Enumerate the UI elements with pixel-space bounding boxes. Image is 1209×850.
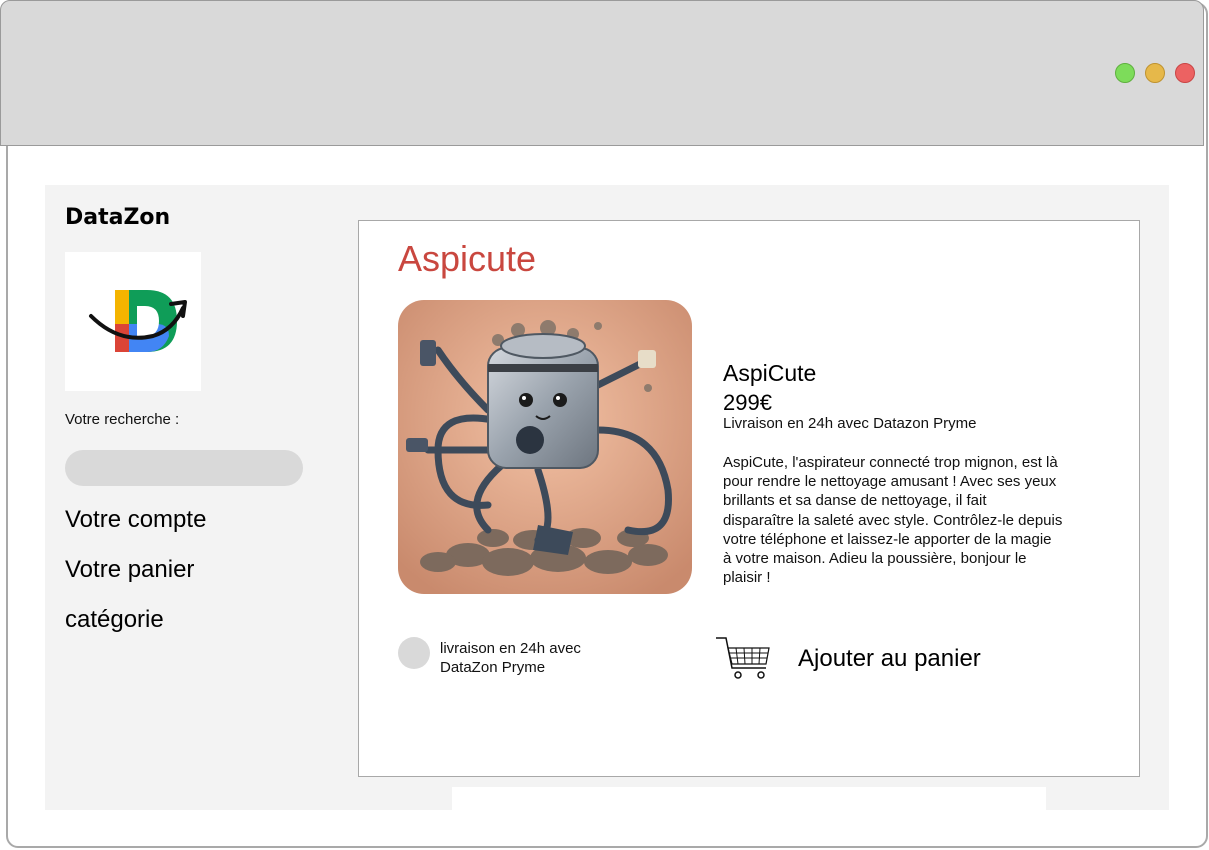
datazon-logo[interactable] [65, 252, 201, 391]
product-heading: Aspicute [398, 238, 537, 279]
minimize-button[interactable] [1145, 63, 1165, 83]
product-name: AspiCute [723, 360, 817, 386]
datazon-logo-icon [89, 290, 187, 352]
add-to-cart-button[interactable]: Ajouter au panier [798, 645, 981, 673]
window-titlebar [0, 0, 1204, 146]
brand-name: DataZon [65, 205, 171, 230]
robot-vacuum-image [398, 300, 692, 594]
cart-icon-graphic [716, 637, 770, 679]
product-price: 299€ [723, 390, 772, 415]
nav-account-link[interactable]: Votre compte [65, 506, 206, 534]
delivery-option-label: livraison en 24h avec DataZon Pryme [440, 640, 581, 676]
product-delivery-info: Livraison en 24h avec Datazon Pryme [723, 415, 977, 432]
search-input[interactable] [65, 450, 303, 486]
nav-category-link[interactable]: catégorie [65, 606, 164, 634]
delivery-option-radio[interactable] [398, 637, 430, 669]
product-image [398, 300, 692, 594]
shopping-cart-icon[interactable] [714, 634, 772, 682]
product-description: AspiCute, l'aspirateur connecté trop mig… [723, 454, 1063, 587]
nav-cart-link[interactable]: Votre panier [65, 556, 194, 584]
close-button[interactable] [1175, 63, 1195, 83]
maximize-button[interactable] [1115, 63, 1135, 83]
search-label: Votre recherche : [65, 411, 180, 428]
footer-strip [452, 787, 1046, 811]
